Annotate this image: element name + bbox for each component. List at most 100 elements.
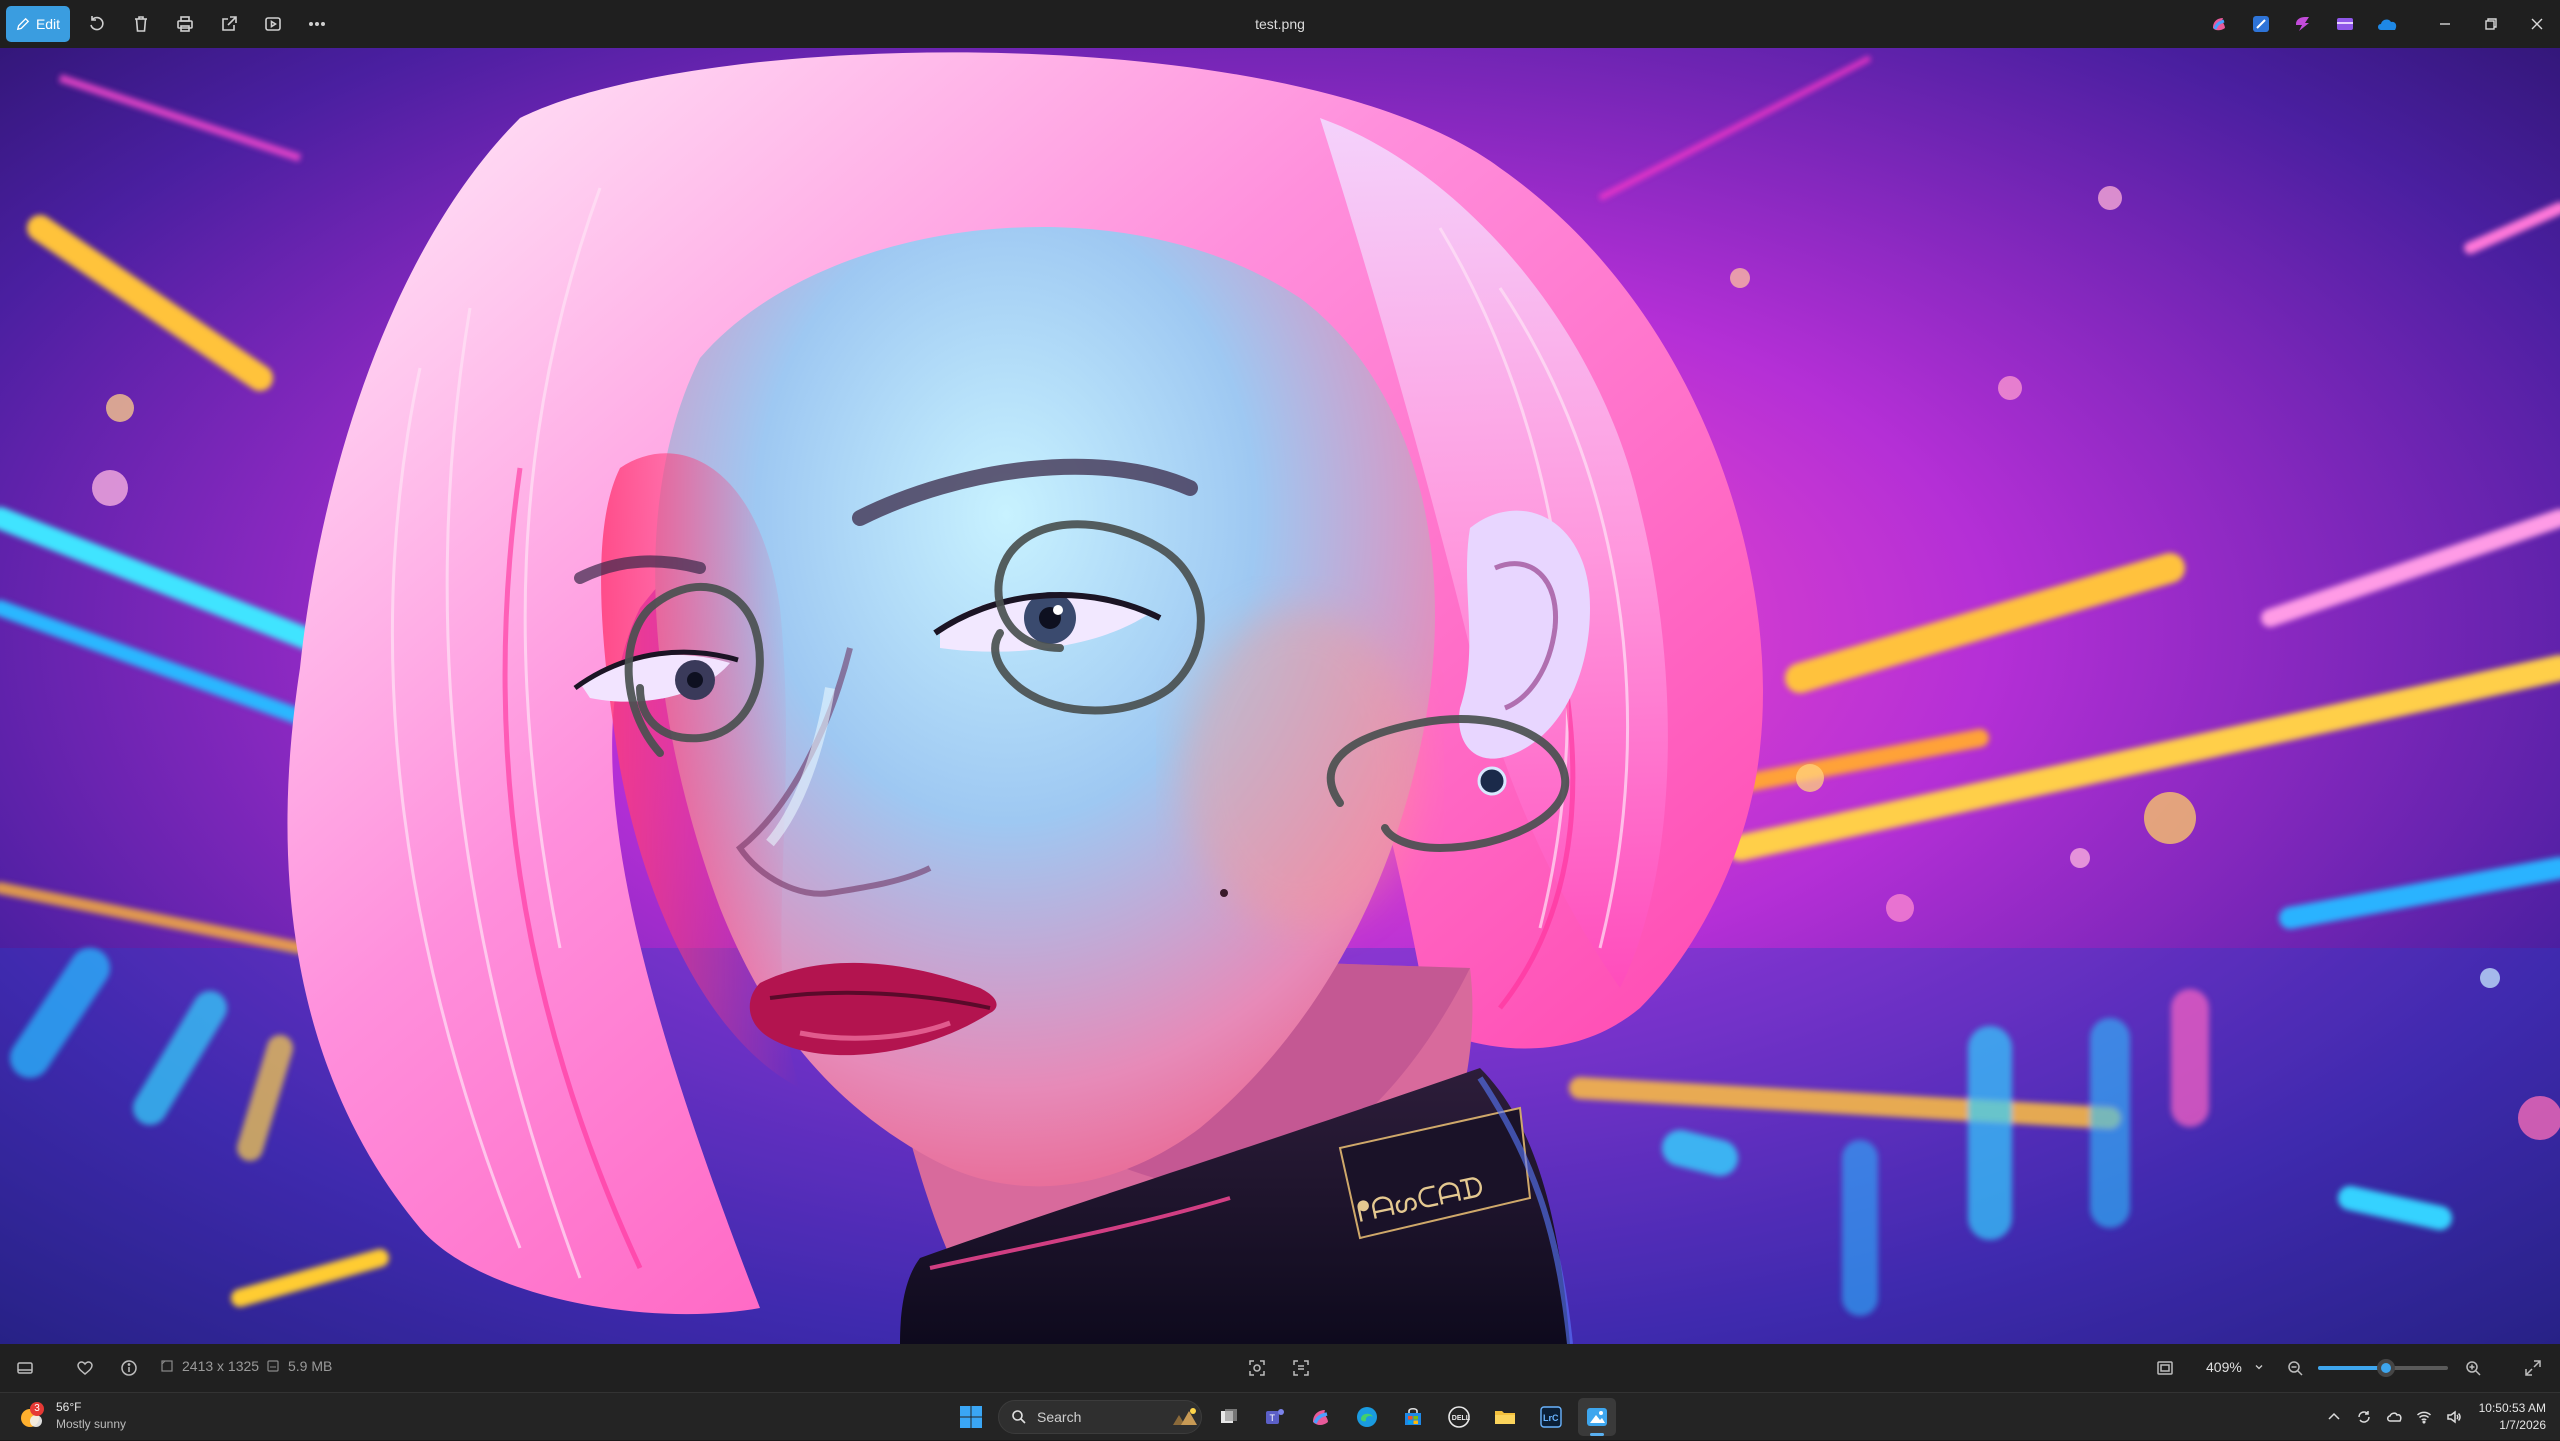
folder-icon [1495,1411,1515,1424]
fit-to-window-button[interactable] [2154,1357,2176,1379]
video-editor-app-icon[interactable] [2332,11,2358,37]
chevron-up-icon [2328,1412,2340,1420]
dimensions-icon [161,1360,173,1372]
onedrive-app-icon[interactable] [2374,11,2400,37]
delete-button[interactable] [120,4,162,44]
minimize-icon [2440,23,2450,25]
window-controls [2422,0,2560,48]
svg-text:DELL: DELL [1452,1415,1471,1422]
clock-time: 10:50:53 AM [2478,1401,2546,1415]
zoom-slider-fill [2318,1366,2386,1370]
scan-text-button[interactable] [1290,1357,1312,1379]
print-icon [177,16,193,32]
filmstrip-icon [17,1362,33,1374]
dell-app-button[interactable]: DELL [1440,1398,1478,1436]
share-icon [222,16,237,31]
edit-button[interactable]: Edit [6,6,70,42]
weather-widget[interactable]: 3 56°F Mostly sunny [18,1399,126,1433]
edge-browser-button[interactable] [1348,1398,1386,1436]
close-button[interactable] [2514,0,2560,48]
chevron-down-icon [2255,1365,2263,1370]
slideshow-button[interactable] [252,4,294,44]
volume-tray-button[interactable] [2439,1397,2469,1437]
cloud-icon [2386,1412,2402,1422]
clipchamp-app-icon[interactable] [2290,11,2316,37]
trash-icon [135,16,147,32]
file-size: 5.9 MB [266,1358,332,1374]
rotate-button[interactable] [76,4,118,44]
visual-search-button[interactable] [1246,1357,1268,1379]
image-dimensions-text: 2413 x 1325 [182,1358,260,1374]
zoom-out-button[interactable] [2284,1357,2306,1379]
lightroom-icon: LrC [1540,1406,1562,1428]
copilot-taskbar-button[interactable] [1302,1398,1340,1436]
print-button[interactable] [164,4,206,44]
photo-canvas: ᖰᗩᔕᑕᗩᗪ [0,48,2560,1344]
svg-text:T: T [1270,1413,1276,1423]
store-icon [1405,1407,1421,1425]
share-button[interactable] [208,4,250,44]
weather-badge: 3 [30,1402,44,1416]
filmstrip-toggle-button[interactable] [14,1357,36,1379]
zoom-level-value: 409% [2206,1359,2242,1375]
image-info-bar: 2413 x 1325 5.9 MB 409% [0,1344,2560,1392]
restore-button[interactable] [2468,0,2514,48]
visual-search-icon [1249,1360,1265,1376]
expand-icon [2525,1360,2541,1376]
task-view-button[interactable] [1210,1398,1248,1436]
speaker-icon [2446,1410,2461,1424]
system-clock[interactable]: 10:50:53 AM 1/7/2026 [2469,1400,2560,1434]
copilot-icon [1313,1410,1328,1425]
weather-condition: Mostly sunny [56,1417,127,1431]
window-title: test.png [1255,16,1305,32]
image-viewport[interactable]: ᖰᗩᔕᑕᗩᗪ [0,48,2560,1344]
app-integrations [2206,0,2400,48]
edge-icon [1357,1407,1377,1427]
search-icon [1012,1410,1026,1424]
more-icon [308,22,326,27]
edit-icon [16,17,30,31]
minimize-button[interactable] [2422,0,2468,48]
title-bar: Edit test.png [0,0,2560,48]
heart-icon [77,1361,93,1375]
taskbar-search-box[interactable]: Search [998,1400,1202,1434]
scan-text-icon [1293,1360,1309,1376]
clock-date: 1/7/2026 [2499,1418,2546,1432]
zoom-in-button[interactable] [2462,1357,2484,1379]
sync-tray-button[interactable] [2349,1397,2379,1437]
search-placeholder: Search [1037,1409,1082,1425]
zoom-level-dropdown[interactable]: 409% [2196,1352,2272,1382]
onedrive-tray-button[interactable] [2379,1397,2409,1437]
restore-icon [2485,18,2497,30]
file-info-button[interactable] [118,1357,140,1379]
more-options-button[interactable] [296,4,338,44]
system-tray: 10:50:53 AM 1/7/2026 [2319,1393,2560,1441]
zoom-slider[interactable] [2318,1359,2448,1377]
file-explorer-button[interactable] [1486,1398,1524,1436]
zoom-slider-thumb[interactable] [2376,1359,2395,1377]
show-hidden-icons-button[interactable] [2319,1397,2349,1437]
wifi-tray-button[interactable] [2409,1397,2439,1437]
weather-temperature: 56°F [56,1400,82,1414]
zoom-in-icon [2466,1361,2481,1376]
file-size-text: 5.9 MB [288,1358,333,1374]
teams-icon: T [1266,1409,1284,1424]
favorite-button[interactable] [74,1357,96,1379]
start-button[interactable] [952,1398,990,1436]
windows-logo-icon [960,1406,982,1428]
designer-app-icon[interactable] [2248,11,2274,37]
search-highlight-icon [1173,1408,1197,1425]
task-view-icon [1221,1409,1237,1423]
copilot-app-icon[interactable] [2206,11,2232,37]
full-screen-button[interactable] [2522,1357,2544,1379]
fit-window-icon [2157,1361,2173,1375]
rotate-icon [90,16,104,31]
photos-icon [1587,1408,1607,1426]
microsoft-store-button[interactable] [1394,1398,1432,1436]
file-size-icon [267,1360,279,1372]
close-icon [2531,18,2543,30]
lightroom-classic-button[interactable]: LrC [1532,1398,1570,1436]
teams-app-button[interactable]: T [1256,1398,1294,1436]
taskbar-apps: Search T DELL LrC [952,1397,1616,1437]
photos-app-button[interactable] [1578,1398,1616,1436]
